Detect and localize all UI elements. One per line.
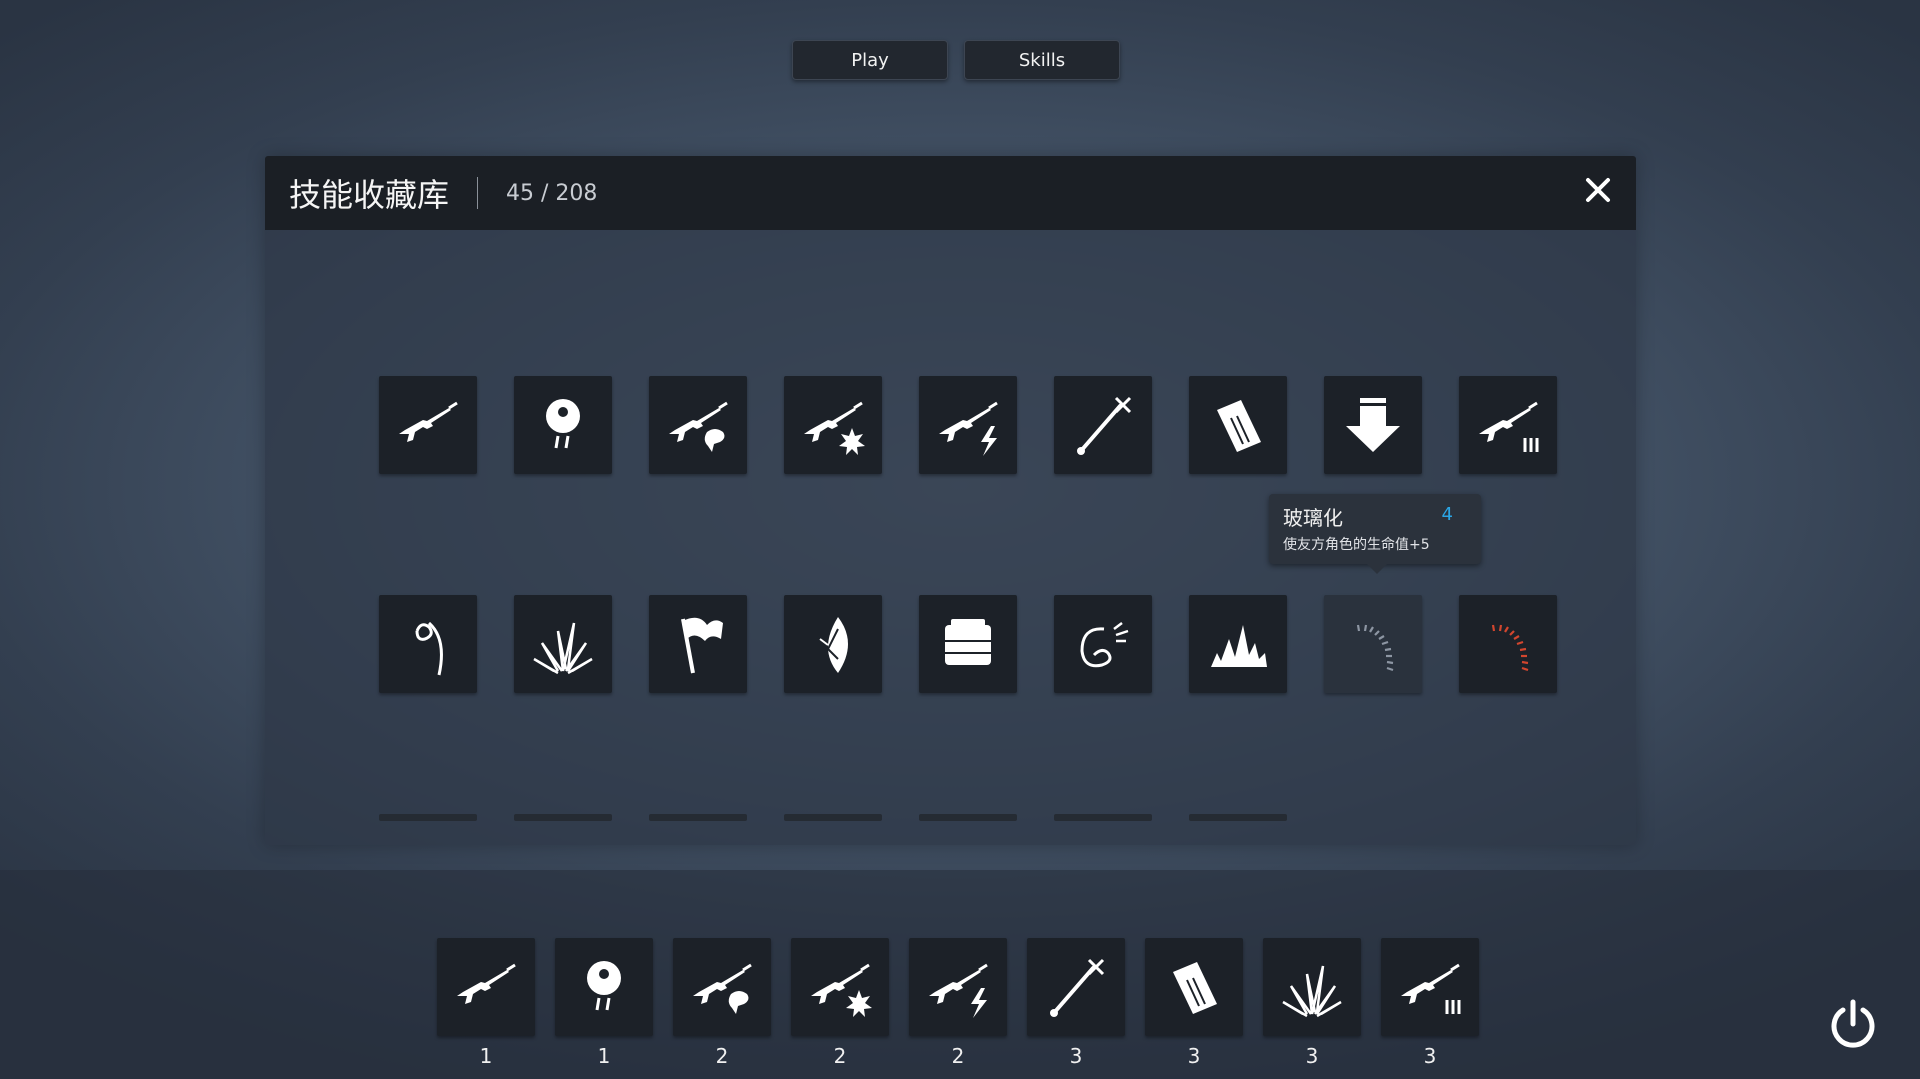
- skill-tile[interactable]: [1189, 595, 1287, 693]
- skill-collection-panel: 技能收藏库 45 / 208 玻璃化 4 使友方角色的生命值+5: [265, 156, 1636, 845]
- skill-cost: 2: [951, 1044, 965, 1068]
- skill-tile[interactable]: [1324, 595, 1422, 693]
- loadout-slot[interactable]: 3: [1263, 938, 1361, 1068]
- empty-skill-slot: [514, 814, 612, 821]
- loadout-slot[interactable]: 3: [1145, 938, 1243, 1068]
- skill-cost: 3: [1305, 1044, 1319, 1068]
- rifle-explosion-icon: [811, 963, 872, 1017]
- tooltip-skill-name: 玻璃化: [1283, 506, 1343, 530]
- spikes-icon: [1211, 625, 1267, 667]
- feather-icon: [819, 617, 848, 673]
- loadout-slot[interactable]: 2: [909, 938, 1007, 1068]
- loadout-slot[interactable]: 2: [673, 938, 771, 1068]
- play-button[interactable]: Play: [792, 40, 948, 80]
- loadout-slots: 1 1 2 2 2 3 3 3 3: [437, 938, 1479, 1068]
- tooltip-skill-description: 使友方角色的生命值+5: [1283, 537, 1430, 553]
- panel-header: 技能收藏库 45 / 208: [265, 156, 1636, 230]
- skill-tooltip: 玻璃化 4 使友方角色的生命值+5: [1269, 494, 1481, 574]
- bomb-icon: [587, 961, 621, 1011]
- whip-icon: [1080, 622, 1129, 668]
- loadout-slot[interactable]: 1: [437, 938, 535, 1068]
- skill-tile[interactable]: [514, 376, 612, 474]
- skill-cost: 1: [479, 1044, 493, 1068]
- skill-tile[interactable]: [379, 376, 477, 474]
- close-icon: [1586, 178, 1610, 202]
- tooltip-skill-level: 4: [1441, 504, 1453, 525]
- rifle-fist-icon: [693, 963, 752, 1014]
- loadout-slot[interactable]: 3: [1381, 938, 1479, 1068]
- bomb-icon: [546, 399, 580, 449]
- block-icon: [945, 619, 991, 665]
- skill-tile[interactable]: [1459, 376, 1557, 474]
- arrow-down-icon: [1346, 398, 1400, 452]
- skill-tile[interactable]: [379, 595, 477, 693]
- skill-cost: 2: [833, 1044, 847, 1068]
- skill-tile[interactable]: [673, 938, 771, 1036]
- skill-tile[interactable]: [1381, 938, 1479, 1036]
- skill-tile[interactable]: [1145, 938, 1243, 1036]
- gauge-grey-icon: [1356, 624, 1394, 672]
- collection-count: 45 / 208: [506, 180, 598, 206]
- loadout-slot[interactable]: 3: [1027, 938, 1125, 1068]
- flag-icon: [681, 617, 723, 674]
- empty-skill-slot: [919, 814, 1017, 821]
- panel-title: 技能收藏库: [289, 176, 450, 214]
- skill-cost: 1: [597, 1044, 611, 1068]
- skill-cost: 3: [1423, 1044, 1437, 1068]
- skill-tile[interactable]: [649, 595, 747, 693]
- hook-icon: [415, 621, 443, 676]
- skill-tile[interactable]: [649, 376, 747, 474]
- skill-tile[interactable]: [1027, 938, 1125, 1036]
- rifle-level3-icon: [1479, 401, 1539, 452]
- skill-cost: 2: [715, 1044, 729, 1068]
- skill-tile[interactable]: [555, 938, 653, 1036]
- skill-cost: 3: [1069, 1044, 1083, 1068]
- empty-skill-slot: [379, 814, 477, 821]
- rifle-icon: [399, 401, 458, 442]
- loadout-slot[interactable]: 2: [791, 938, 889, 1068]
- ammo-magazine-icon: [1173, 962, 1217, 1014]
- skill-tile[interactable]: [784, 595, 882, 693]
- skill-tile[interactable]: [1054, 376, 1152, 474]
- empty-skill-slot: [1189, 814, 1287, 821]
- rifle-lightning-icon: [929, 963, 988, 1018]
- skill-tile[interactable]: [909, 938, 1007, 1036]
- power-button[interactable]: [1825, 996, 1881, 1052]
- skill-tile[interactable]: [1263, 938, 1361, 1036]
- skill-row-1: [379, 376, 1557, 474]
- grass-icon: [533, 622, 593, 675]
- skill-cost: 3: [1187, 1044, 1201, 1068]
- skill-tile[interactable]: [784, 376, 882, 474]
- ammo-magazine-icon: [1217, 400, 1261, 452]
- top-nav: Play Skills: [0, 40, 1920, 80]
- gauge-red-icon: [1491, 624, 1529, 672]
- header-divider: [477, 177, 479, 209]
- empty-skill-slot: [784, 814, 882, 821]
- rifle-explosion-icon: [804, 401, 865, 455]
- rifle-level3-icon: [1401, 963, 1461, 1014]
- skill-row-2: [379, 595, 1557, 693]
- skill-tile[interactable]: [1324, 376, 1422, 474]
- skill-tile[interactable]: [1189, 376, 1287, 474]
- spear-icon: [1050, 958, 1105, 1017]
- empty-skill-slot: [649, 814, 747, 821]
- skill-tile[interactable]: [437, 938, 535, 1036]
- empty-slot-row: [379, 814, 1287, 821]
- skill-tile[interactable]: [791, 938, 889, 1036]
- loadout-slot[interactable]: 1: [555, 938, 653, 1068]
- power-icon: [1831, 999, 1875, 1048]
- grass-icon: [1282, 965, 1342, 1018]
- spear-icon: [1077, 396, 1132, 455]
- skill-tile[interactable]: [1459, 595, 1557, 693]
- rifle-icon: [457, 963, 516, 1004]
- skills-button[interactable]: Skills: [964, 40, 1120, 80]
- skill-tile[interactable]: [919, 376, 1017, 474]
- close-button[interactable]: [1578, 170, 1618, 210]
- skill-tile[interactable]: [919, 595, 1017, 693]
- empty-skill-slot: [1054, 814, 1152, 821]
- rifle-lightning-icon: [939, 401, 998, 456]
- skill-tile[interactable]: [1054, 595, 1152, 693]
- skill-tile[interactable]: [514, 595, 612, 693]
- rifle-fist-icon: [669, 401, 728, 452]
